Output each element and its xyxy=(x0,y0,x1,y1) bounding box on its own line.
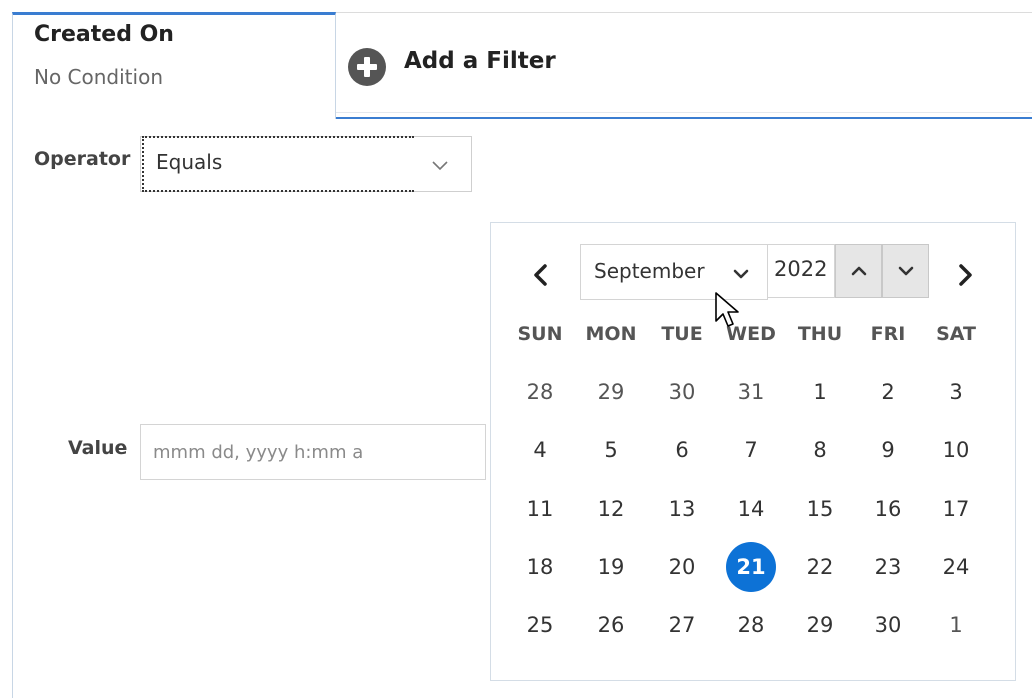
calendar-day[interactable]: 31 xyxy=(726,367,776,417)
year-input[interactable]: 2022 xyxy=(768,244,835,298)
chevron-right-icon[interactable] xyxy=(949,259,981,291)
calendar-day[interactable]: 9 xyxy=(863,425,913,475)
add-filter-button[interactable]: Add a Filter xyxy=(336,12,1032,119)
calendar-day[interactable]: 25 xyxy=(515,600,565,650)
calendar-day[interactable]: 2 xyxy=(863,367,913,417)
calendar-day[interactable]: 17 xyxy=(931,484,981,534)
calendar-day[interactable]: 23 xyxy=(863,542,913,592)
calendar-day[interactable]: 4 xyxy=(515,425,565,475)
calendar-day[interactable]: 12 xyxy=(586,484,636,534)
weekday-header: SUN xyxy=(517,323,563,345)
calendar-day[interactable]: 16 xyxy=(863,484,913,534)
date-picker-popup: September 2022 SUN MON TUE WED THU FRI S… xyxy=(490,222,1016,681)
weekday-header: THU xyxy=(797,323,843,345)
add-filter-label: Add a Filter xyxy=(404,48,556,74)
weekday-header: FRI xyxy=(870,323,906,345)
calendar-day[interactable]: 11 xyxy=(515,484,565,534)
year-decrement-button[interactable] xyxy=(882,244,929,298)
operator-value: Equals xyxy=(156,150,223,174)
calendar-day[interactable]: 20 xyxy=(657,542,707,592)
calendar-day[interactable]: 30 xyxy=(863,600,913,650)
weekday-header: TUE xyxy=(661,323,703,345)
calendar-day[interactable]: 7 xyxy=(726,425,776,475)
calendar-day[interactable]: 3 xyxy=(931,367,981,417)
calendar-day[interactable]: 1 xyxy=(795,367,845,417)
calendar-day[interactable]: 26 xyxy=(586,600,636,650)
calendar-day[interactable]: 29 xyxy=(795,600,845,650)
calendar-day[interactable]: 28 xyxy=(515,367,565,417)
calendar-day[interactable]: 29 xyxy=(586,367,636,417)
calendar-day[interactable]: 8 xyxy=(795,425,845,475)
calendar-day[interactable]: 15 xyxy=(795,484,845,534)
operator-label: Operator xyxy=(34,148,131,170)
tab-created-on[interactable]: Created On No Condition xyxy=(12,12,336,119)
chevron-down-icon xyxy=(898,266,914,276)
mouse-pointer-icon xyxy=(715,292,739,327)
calendar-day-selected[interactable]: 21 xyxy=(726,542,776,592)
value-label: Value xyxy=(68,437,128,459)
calendar-day[interactable]: 27 xyxy=(657,600,707,650)
plus-circle-icon xyxy=(348,48,386,86)
calendar-day[interactable]: 22 xyxy=(795,542,845,592)
calendar-day[interactable]: 1 xyxy=(931,600,981,650)
calendar-day[interactable]: 30 xyxy=(657,367,707,417)
calendar-day[interactable]: 13 xyxy=(657,484,707,534)
year-increment-button[interactable] xyxy=(835,244,882,298)
calendar-day[interactable]: 6 xyxy=(657,425,707,475)
weekday-header: MON xyxy=(585,323,637,345)
chevron-up-icon xyxy=(851,266,867,276)
calendar-day[interactable]: 24 xyxy=(931,542,981,592)
calendar-day[interactable]: 14 xyxy=(726,484,776,534)
tab-condition: No Condition xyxy=(34,65,163,89)
panel-border xyxy=(12,119,13,698)
calendar-day[interactable]: 19 xyxy=(586,542,636,592)
weekday-header: SAT xyxy=(936,323,976,345)
calendar-day[interactable]: 28 xyxy=(726,600,776,650)
year-value: 2022 xyxy=(774,257,828,281)
operator-select[interactable]: Equals xyxy=(140,136,472,192)
calendar-day[interactable]: 10 xyxy=(931,425,981,475)
tab-title: Created On xyxy=(34,22,174,47)
value-date-input[interactable] xyxy=(140,424,486,480)
chevron-down-icon xyxy=(432,161,448,171)
calendar-day[interactable]: 5 xyxy=(586,425,636,475)
calendar-day[interactable]: 18 xyxy=(515,542,565,592)
chevron-down-icon xyxy=(733,269,749,279)
chevron-left-icon[interactable] xyxy=(525,259,557,291)
month-value: September xyxy=(594,259,705,283)
